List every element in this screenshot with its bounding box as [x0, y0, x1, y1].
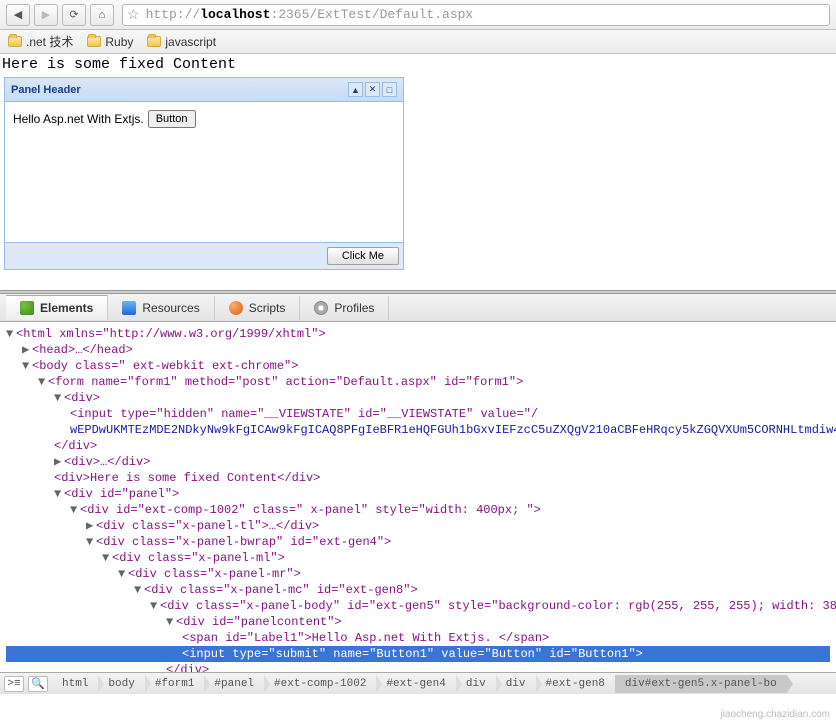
forward-button[interactable]: ▶ — [34, 4, 58, 26]
browser-toolbar: ◀ ▶ ⟳ ⌂ ☆ http://localhost:2365/ExtTest/… — [0, 0, 836, 30]
folder-icon — [87, 36, 101, 47]
devtools-tabs: Elements Resources Scripts Profiles — [0, 294, 836, 322]
tab-resources[interactable]: Resources — [108, 296, 214, 320]
inner-button[interactable]: Button — [148, 110, 196, 128]
back-button[interactable]: ◀ — [6, 4, 30, 26]
click-me-button[interactable]: Click Me — [327, 247, 399, 265]
folder-icon — [8, 36, 22, 47]
panel-title: Panel Header — [11, 84, 81, 96]
crumb-form1[interactable]: #form1 — [145, 675, 205, 693]
panel-tools: ▲ ✕ □ — [348, 82, 397, 97]
bookmark-star-icon[interactable]: ☆ — [127, 6, 140, 23]
crumb-extcomp[interactable]: #ext-comp-1002 — [264, 675, 376, 693]
scripts-icon — [229, 301, 243, 315]
selected-node[interactable]: <input type="submit" name="Button1" valu… — [182, 647, 643, 661]
tab-elements[interactable]: Elements — [6, 295, 108, 320]
reload-button[interactable]: ⟳ — [62, 4, 86, 26]
watermark: jiaocheng.chazidian.com — [720, 709, 830, 720]
crumb-html[interactable]: html — [52, 675, 98, 693]
url-bar[interactable]: ☆ http://localhost:2365/ExtTest/Default.… — [122, 4, 830, 26]
close-icon[interactable]: ✕ — [365, 82, 380, 97]
dom-tree[interactable]: ▼<html xmlns="http://www.w3.org/1999/xht… — [0, 322, 836, 672]
panel-header: Panel Header ▲ ✕ □ — [5, 78, 403, 102]
resources-icon — [122, 301, 136, 315]
crumb-extgen8[interactable]: #ext-gen8 — [536, 675, 615, 693]
crumb-extgen4[interactable]: #ext-gen4 — [376, 675, 455, 693]
crumb-body[interactable]: body — [98, 675, 144, 693]
profiles-icon — [314, 301, 328, 315]
crumb-extgen5[interactable]: div#ext-gen5.x-panel-bo — [615, 675, 787, 693]
crumb-div2[interactable]: div — [496, 675, 536, 693]
search-icon[interactable]: 🔍 — [28, 676, 48, 692]
bookmark-ruby[interactable]: Ruby — [87, 35, 133, 49]
bookmark-net[interactable]: .net 技术 — [8, 33, 73, 50]
url-text: http://localhost:2365/ExtTest/Default.as… — [146, 7, 474, 22]
panel-body-text: Hello Asp.net With Extjs. — [13, 112, 144, 126]
home-button[interactable]: ⌂ — [90, 4, 114, 26]
bookmark-js[interactable]: javascript — [147, 35, 216, 49]
tab-scripts[interactable]: Scripts — [215, 296, 301, 320]
tab-profiles[interactable]: Profiles — [300, 296, 389, 320]
panel-footer: Click Me — [5, 242, 403, 269]
maximize-icon[interactable]: □ — [382, 82, 397, 97]
collapse-icon[interactable]: ▲ — [348, 82, 363, 97]
panel-body: Hello Asp.net With Extjs. Button — [5, 102, 403, 242]
crumb-div1[interactable]: div — [456, 675, 496, 693]
folder-icon — [147, 36, 161, 47]
console-toggle-icon[interactable]: >≡ — [4, 676, 24, 692]
crumb-panel[interactable]: #panel — [204, 675, 264, 693]
fixed-content-text: Here is some fixed Content — [0, 54, 836, 77]
bookmarks-bar: .net 技术 Ruby javascript — [0, 30, 836, 54]
ext-panel: Panel Header ▲ ✕ □ Hello Asp.net With Ex… — [4, 77, 404, 270]
breadcrumb: >≡ 🔍 html body #form1 #panel #ext-comp-1… — [0, 672, 836, 694]
elements-icon — [20, 301, 34, 315]
page-viewport: Here is some fixed Content Panel Header … — [0, 54, 836, 270]
